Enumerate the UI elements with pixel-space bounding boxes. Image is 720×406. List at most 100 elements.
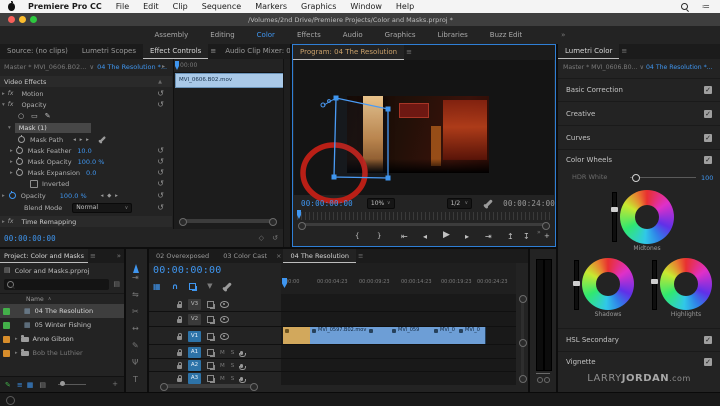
sync-lock-icon[interactable] — [207, 316, 214, 323]
snap-icon[interactable]: ∩ — [172, 282, 179, 291]
timeline-clip[interactable]: MVI_059 — [390, 327, 433, 344]
toggle-track-output-icon[interactable] — [220, 333, 229, 340]
go-to-out-button[interactable]: ⇥ — [485, 232, 492, 241]
expand-bin-icon[interactable]: ▸ — [15, 350, 18, 356]
project-item-row[interactable]: ▦ 04 The Resolution — [0, 304, 124, 318]
list-view-icon[interactable]: ≡ — [17, 381, 23, 389]
step-forward-button[interactable]: ▸ — [465, 232, 469, 241]
step-back-button[interactable]: ◂ — [423, 232, 427, 241]
tab-lumetri-scopes[interactable]: Lumetri Scopes — [75, 44, 143, 59]
keyframe-nav-controls[interactable]: ◂ ◆ ▸ — [101, 193, 119, 199]
hand-tool[interactable]: Ψ — [132, 358, 138, 367]
program-playhead[interactable] — [297, 210, 301, 219]
reset-param-icon[interactable]: ↺ — [157, 158, 164, 166]
notification-center-icon[interactable]: ≔ — [702, 2, 710, 11]
label-chip-orange[interactable] — [3, 350, 10, 357]
tab-audio-clip-mixer[interactable]: Audio Clip Mixer: 04 Th — [218, 44, 290, 59]
freeform-view-icon[interactable]: ▤ — [39, 381, 46, 389]
track-target-v3[interactable]: V3 — [188, 299, 201, 310]
basic-correction-checkbox[interactable]: ✓ — [704, 86, 712, 94]
menu-sequence[interactable]: Sequence — [202, 2, 241, 11]
reset-param-icon[interactable]: ↺ — [157, 192, 164, 200]
effect-row-mask-feather[interactable]: ▸ Mask Feather 10.0 ↺ — [0, 145, 172, 156]
mini-timeline-clip-bar[interactable]: MVI_0606.B02.mov — [175, 73, 286, 88]
close-sequence-icon[interactable]: × — [274, 249, 283, 263]
settings-wrench-icon[interactable] — [485, 199, 493, 207]
effect-controls-panel-menu-icon[interactable]: ≡ — [208, 44, 218, 59]
create-rect-mask-icon[interactable]: ▭ — [31, 112, 38, 120]
selection-tool[interactable] — [133, 256, 139, 264]
pen-tool[interactable]: ✎ — [132, 341, 139, 350]
track-target-a1[interactable]: A1 — [188, 347, 201, 358]
add-button[interactable]: + — [544, 232, 550, 240]
program-timecode[interactable]: 00:00:00:00 — [301, 199, 353, 208]
section-creative[interactable]: Creative ✓ — [558, 101, 720, 125]
menu-file[interactable]: File — [116, 2, 129, 11]
effect-row-time-remapping[interactable]: ▸ fx Time Remapping — [0, 216, 172, 227]
voiceover-record-icon[interactable] — [240, 351, 243, 355]
label-chip-green[interactable] — [3, 322, 10, 329]
track-target-a2[interactable]: A2 — [188, 360, 201, 371]
slip-tool[interactable]: ↔ — [132, 324, 139, 333]
lock-track-icon[interactable] — [177, 304, 182, 308]
mask-opacity-value[interactable]: 100.0 % — [78, 158, 105, 166]
sync-lock-icon[interactable] — [207, 362, 214, 369]
lock-track-icon[interactable] — [177, 352, 182, 356]
color-wheels-checkbox[interactable]: ✓ — [704, 156, 712, 164]
reset-effect-icon[interactable]: ↺ — [157, 101, 164, 109]
timeline-playhead-timecode[interactable]: 00:00:00:00 — [153, 265, 221, 276]
toggle-keyframes-icon[interactable]: ◇ — [259, 234, 264, 242]
mute-track-button[interactable]: M — [220, 350, 225, 356]
close-window-button[interactable] — [8, 16, 15, 23]
project-item-row[interactable]: ▸ Anne Gibson — [0, 332, 124, 346]
sequence-clip-label[interactable]: 04 The Resolution *... — [97, 63, 167, 71]
lift-button[interactable]: ↥ — [507, 232, 514, 241]
program-viewer[interactable] — [294, 60, 554, 195]
toggle-track-output-icon[interactable] — [220, 301, 229, 308]
reset-param-icon[interactable]: ↺ — [157, 204, 164, 212]
show-timeline-view-icon[interactable]: ▸ — [162, 63, 165, 70]
extract-button[interactable]: ↧ — [523, 232, 530, 241]
razor-tool[interactable]: ✂ — [132, 307, 139, 316]
project-item-row[interactable]: ▸ Bob the Luthier — [0, 346, 124, 360]
timeline-clip[interactable] — [283, 327, 311, 344]
solo-track-button[interactable]: S — [231, 350, 235, 356]
spotlight-search-icon[interactable] — [681, 3, 688, 10]
timeline-hscrollbar[interactable] — [163, 384, 255, 388]
tab-sequence-03[interactable]: 03 Color Cast — [216, 249, 274, 263]
shadows-luma-slider[interactable] — [574, 260, 579, 310]
menu-window[interactable]: Window — [350, 2, 382, 11]
timeline-panel-menu-icon[interactable]: ≡ — [356, 249, 365, 263]
effect-row-mask[interactable]: ▾ Mask (1) — [0, 122, 172, 133]
tab-effect-controls[interactable]: Effect Controls — [143, 44, 208, 59]
highlights-luma-slider[interactable] — [652, 260, 657, 310]
section-vignette[interactable]: Vignette ✓ — [558, 351, 720, 372]
mask-tracking-options-icon[interactable] — [99, 136, 106, 143]
menu-app-name[interactable]: Premiere Pro CC — [28, 2, 102, 11]
vignette-checkbox[interactable]: ✓ — [704, 358, 712, 366]
workspace-buzz-edit[interactable]: Buzz Edit — [490, 31, 522, 39]
timeline-ruler[interactable]: 00:00 00:00:04:23 00:00:09:23 00:00:14:2… — [281, 263, 516, 295]
tab-project[interactable]: Project: Color and Masks — [0, 249, 88, 263]
timeline-vscrollbar[interactable] — [521, 297, 524, 381]
search-input[interactable] — [4, 279, 109, 290]
program-scrub-ruler[interactable] — [297, 212, 551, 220]
project-tab-overflow-icon[interactable]: » — [114, 249, 124, 263]
project-file-row[interactable]: ▤ Color and Masks.prproj — [4, 265, 89, 276]
solo-track-button[interactable]: S — [231, 363, 235, 369]
lumetri-panel-menu-icon[interactable]: ≡ — [619, 44, 629, 59]
shadows-slider-knob[interactable] — [573, 281, 580, 286]
workspace-assembly[interactable]: Assembly — [155, 31, 189, 39]
highlights-slider-knob[interactable] — [651, 279, 658, 284]
section-curves[interactable]: Curves ✓ — [558, 125, 720, 149]
tab-sequence-04[interactable]: 04 The Resolution — [283, 249, 355, 263]
master-clip-dropdown-icon[interactable]: ∨ — [89, 63, 94, 71]
add-marker-icon[interactable]: ▼ — [207, 282, 212, 290]
toggle-animation-icon[interactable] — [16, 158, 23, 165]
timeline-settings-icon[interactable] — [224, 282, 232, 290]
zoom-window-button[interactable] — [30, 16, 37, 23]
effect-controls-vscrollbar[interactable] — [283, 59, 290, 247]
playback-resolution-dropdown[interactable]: 1/2∨ — [447, 198, 473, 209]
sync-lock-icon[interactable] — [207, 375, 214, 382]
menu-markers[interactable]: Markers — [255, 2, 287, 11]
